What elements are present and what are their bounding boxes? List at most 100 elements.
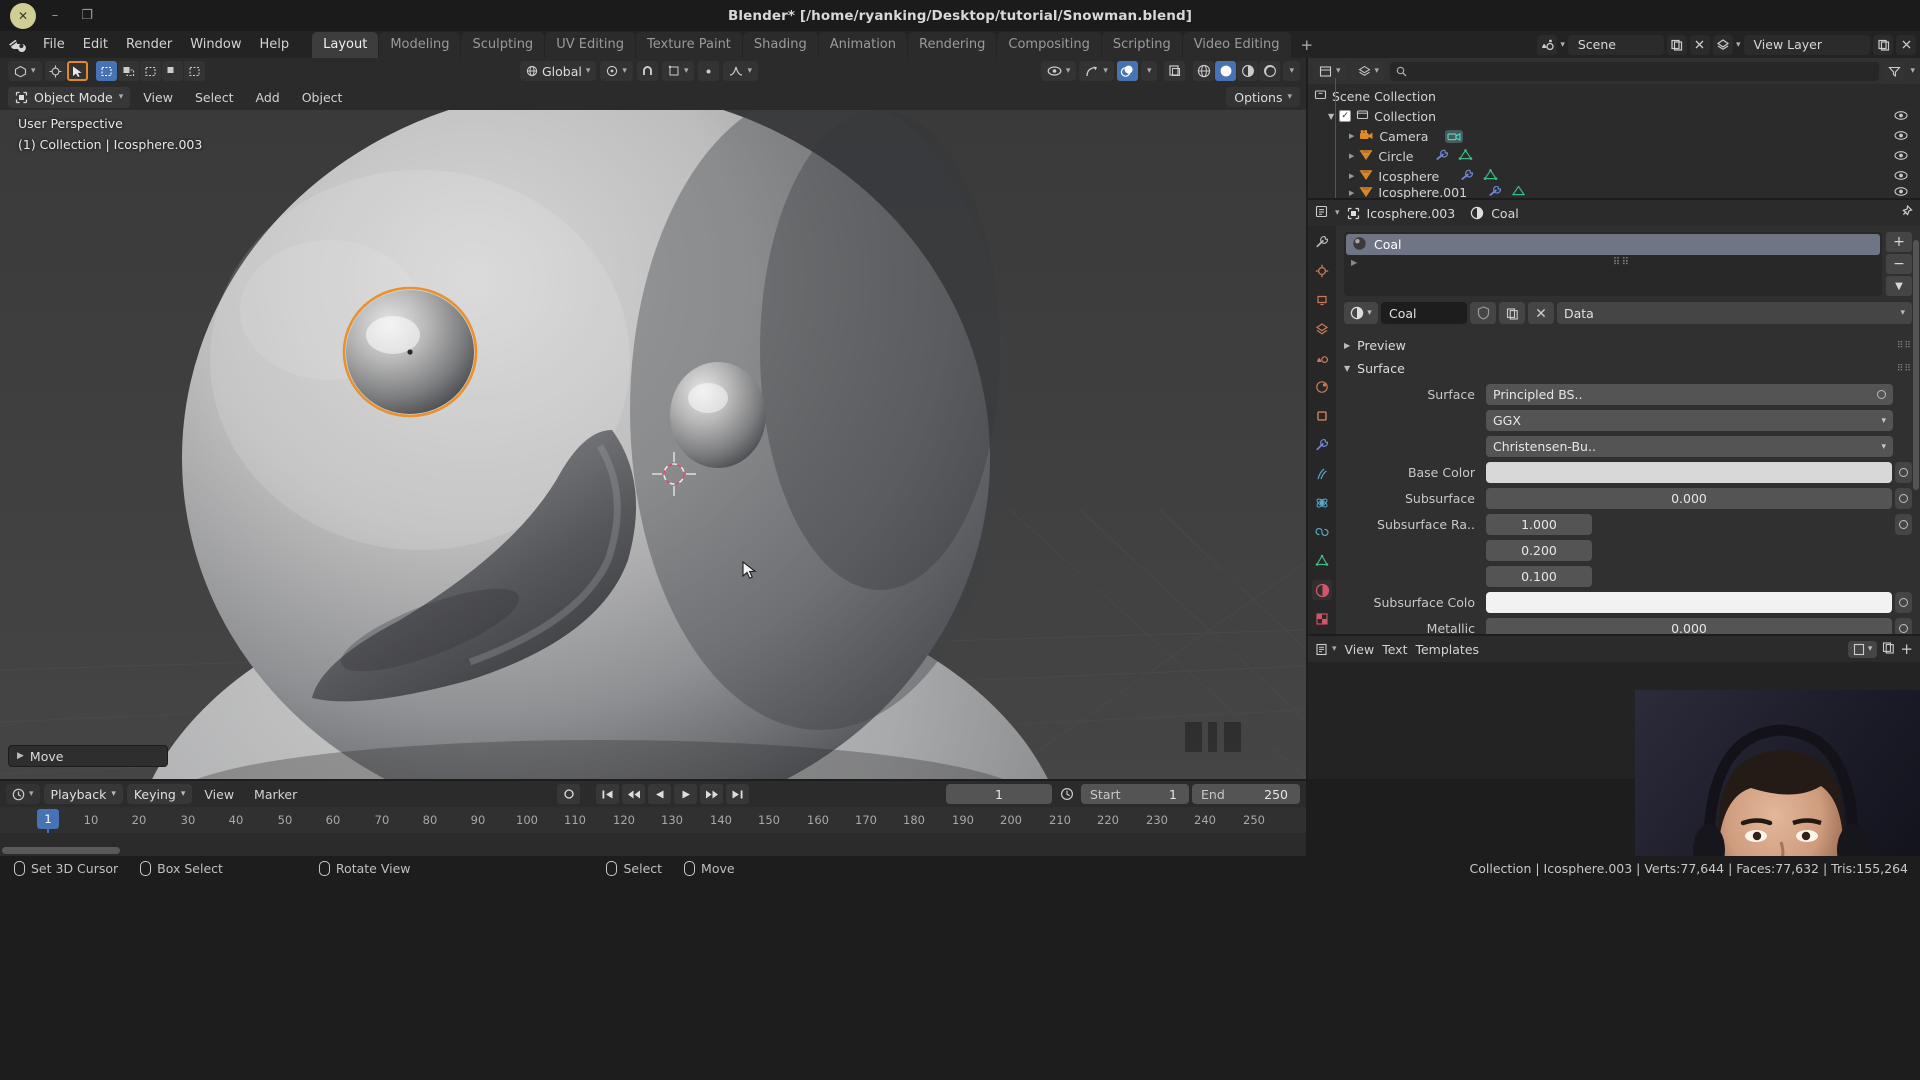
icosphere-001-visibility-eye-icon[interactable] — [1894, 186, 1908, 199]
output-tab-icon[interactable] — [1312, 290, 1332, 310]
options-button[interactable]: Options ▾ — [1226, 87, 1300, 107]
jump-to-end-icon[interactable] — [726, 784, 749, 804]
remove-view-layer-icon[interactable] — [1896, 35, 1916, 55]
editor-type-properties-icon[interactable] — [1315, 205, 1328, 221]
metallic-socket-button[interactable] — [1895, 618, 1912, 634]
disclosure-triangle-collapsed-icon[interactable]: ▶ — [1349, 132, 1354, 140]
subsurface-socket-button[interactable] — [1895, 488, 1912, 509]
select-subtract-icon[interactable] — [140, 61, 161, 81]
scene-tab-icon[interactable] — [1312, 348, 1332, 368]
view-layer-field[interactable]: View Layer — [1744, 35, 1871, 55]
start-frame-field[interactable]: Start 1 — [1081, 784, 1189, 804]
mesh-data-icon-3[interactable] — [1511, 186, 1526, 199]
editor-type-3dview-icon[interactable]: ▾ — [8, 61, 42, 81]
material-preview-icon[interactable] — [1237, 61, 1258, 81]
jump-to-start-icon[interactable] — [596, 784, 619, 804]
tool-tab-icon[interactable] — [1312, 232, 1332, 252]
viewlayer-tab-icon[interactable] — [1312, 319, 1332, 339]
subsurface-color-socket-button[interactable] — [1895, 592, 1912, 613]
menu-file[interactable]: File — [34, 34, 74, 55]
cursor-tool-icon[interactable] — [45, 61, 66, 81]
data-tab-icon[interactable] — [1312, 551, 1332, 571]
browse-material-button[interactable]: ▾ — [1344, 302, 1378, 324]
play-reverse-icon[interactable] — [648, 784, 671, 804]
editor-type-timeline-icon[interactable]: ▾ — [6, 784, 40, 804]
scene-name-field[interactable]: Scene — [1568, 35, 1664, 55]
workspace-tab-texture-paint[interactable]: Texture Paint — [636, 32, 742, 58]
add-text-button[interactable]: + — [1900, 640, 1913, 658]
object-tab-icon[interactable] — [1312, 406, 1332, 426]
workspace-tab-animation[interactable]: Animation — [819, 32, 907, 58]
material-name-field[interactable]: Coal — [1381, 302, 1467, 324]
new-material-icon[interactable] — [1499, 302, 1525, 324]
mesh-data-icon[interactable] — [1458, 149, 1473, 164]
icosphere-visibility-eye-icon[interactable] — [1894, 169, 1908, 184]
select-difference-icon[interactable] — [162, 61, 183, 81]
viewport-menu-view[interactable]: View — [134, 87, 182, 108]
xray-icon[interactable] — [1164, 61, 1185, 81]
chevron-down-icon-2[interactable]: ▾ — [1736, 40, 1741, 50]
timeline-horizontal-scrollbar[interactable] — [2, 847, 1304, 854]
overlays-dropdown[interactable]: ▾ — [1141, 61, 1158, 81]
timeline-menu-view[interactable]: View — [196, 784, 242, 805]
menu-render[interactable]: Render — [117, 34, 181, 55]
3d-viewport[interactable]: ▾ — [0, 58, 1306, 779]
outliner-editor[interactable]: ▾ ▾ ▾ Scene Collection ▼ — [1308, 58, 1920, 198]
material-link-dropdown[interactable]: Data ▾ — [1557, 302, 1912, 324]
unlink-scene-icon[interactable] — [1690, 35, 1710, 55]
mesh-data-icon-2[interactable] — [1483, 169, 1498, 184]
select-new-icon[interactable] — [96, 61, 117, 81]
subsurface-radius-z-field[interactable]: 0.100 — [1486, 566, 1592, 587]
text-menu-view[interactable]: View — [1345, 642, 1375, 657]
blender-logo-icon[interactable] — [6, 35, 28, 55]
play-icon[interactable] — [674, 784, 697, 804]
outliner-row-camera[interactable]: ▶ Camera — [1308, 126, 1920, 146]
menu-edit[interactable]: Edit — [74, 34, 117, 55]
workspace-tab-rendering[interactable]: Rendering — [908, 32, 996, 58]
physics-tab-icon[interactable] — [1312, 493, 1332, 513]
subsurface-radius-socket-button[interactable] — [1895, 514, 1912, 535]
chevron-down-icon-4[interactable]: ▾ — [1335, 208, 1340, 218]
base-color-socket-button[interactable] — [1895, 462, 1912, 483]
workspace-tab-layout[interactable]: Layout — [312, 32, 378, 58]
object-icon[interactable] — [1347, 207, 1360, 220]
properties-editor[interactable]: ▾ Icosphere.003 Coal — [1308, 200, 1920, 634]
viewport-menu-object[interactable]: Object — [293, 87, 352, 108]
chevron-down-icon-3[interactable]: ▾ — [1910, 66, 1915, 76]
camera-visibility-eye-icon[interactable] — [1894, 129, 1908, 144]
subsurface-radius-y-field[interactable]: 0.200 — [1486, 540, 1592, 561]
document-icon[interactable]: ▾ — [1848, 641, 1878, 658]
material-slot-menu-button[interactable]: ▼ — [1886, 276, 1912, 296]
visibility-icon[interactable]: ▾ — [1041, 61, 1077, 81]
metallic-value-field[interactable]: 0.000 — [1486, 618, 1892, 634]
circle-visibility-eye-icon[interactable] — [1894, 149, 1908, 164]
breadcrumb-material-label[interactable]: Coal — [1491, 206, 1519, 221]
clock-icon[interactable] — [1055, 784, 1078, 804]
wrench-icon-2[interactable] — [1460, 169, 1474, 184]
wrench-icon[interactable] — [1435, 149, 1449, 164]
workspace-tab-modeling[interactable]: Modeling — [379, 32, 460, 58]
workspace-tab-sculpting[interactable]: Sculpting — [461, 32, 544, 58]
rendered-icon[interactable] — [1259, 61, 1280, 81]
timeline-editor[interactable]: ▾ Playback ▾ Keying ▾ View Marker — [0, 781, 1306, 856]
material-tab-icon[interactable] — [1312, 580, 1332, 600]
current-frame-field[interactable]: 1 — [946, 784, 1052, 804]
subsurface-color-swatch[interactable] — [1486, 592, 1892, 613]
menu-help[interactable]: Help — [251, 34, 299, 55]
outliner-row-icosphere[interactable]: ▶ Icosphere — [1308, 166, 1920, 186]
select-box-tool-icon[interactable] — [67, 61, 88, 81]
text-menu-text[interactable]: Text — [1382, 642, 1407, 657]
timeline-scrubber[interactable]: 1 10 20 30 40 50 60 70 80 90 100 110 120… — [0, 807, 1306, 833]
prev-keyframe-icon[interactable] — [622, 784, 645, 804]
properties-scrollbar[interactable] — [1913, 240, 1919, 490]
material-icon[interactable] — [1470, 206, 1484, 220]
viewport-menu-add[interactable]: Add — [247, 87, 289, 108]
workspace-tab-compositing[interactable]: Compositing — [997, 32, 1101, 58]
world-tab-icon[interactable] — [1312, 377, 1332, 397]
disclosure-triangle-collapsed-icon-2[interactable]: ▶ — [1349, 152, 1354, 160]
collection-checkbox[interactable]: ✓ — [1339, 110, 1351, 122]
add-material-slot-button[interactable]: + — [1886, 232, 1912, 252]
subsurface-method-dropdown[interactable]: Christensen-Bu.. ▾ — [1486, 436, 1893, 457]
disclosure-triangle-icon[interactable]: ▼ — [1328, 112, 1334, 121]
preview-panel-header[interactable]: ▶ Preview ⠿⠿ — [1344, 334, 1912, 357]
